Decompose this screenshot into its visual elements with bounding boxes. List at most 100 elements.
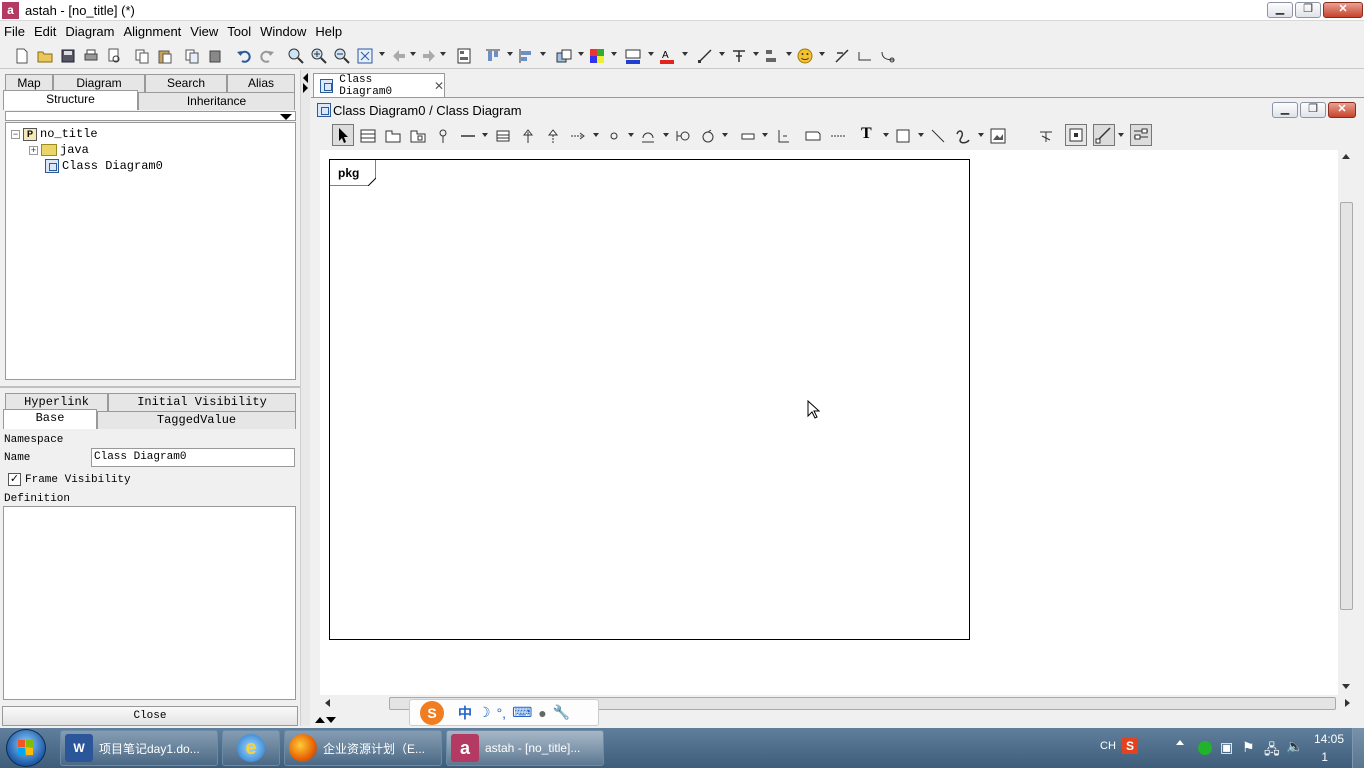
usage-tool-icon[interactable] [606, 128, 622, 144]
scroll-right-arrow-icon[interactable] [1345, 699, 1350, 707]
start-button[interactable] [6, 729, 46, 767]
note-tool-icon[interactable] [805, 128, 821, 144]
font-color-dropdown-arrow[interactable] [682, 52, 688, 56]
layer-icon[interactable] [556, 48, 572, 64]
paste-icon[interactable] [157, 48, 173, 64]
taskbar-item-astah[interactable]: a astah - [no_title]... [446, 730, 604, 766]
network-status-icon[interactable] [1198, 741, 1212, 755]
control-tool-icon[interactable] [700, 128, 716, 144]
action-center-icon[interactable]: ⚑ [1242, 739, 1255, 756]
distribute-dropdown-arrow[interactable] [786, 52, 792, 56]
layer-dropdown-arrow[interactable] [578, 52, 584, 56]
menu-tool[interactable]: Tool [223, 22, 256, 42]
tab-structure[interactable]: Structure [3, 90, 138, 110]
line-tool-icon[interactable] [930, 128, 946, 144]
tree-item-root[interactable]: − P no_title [11, 127, 98, 141]
taskbar-item-firefox[interactable]: 企业资源计划（E... [284, 730, 442, 766]
line-mode-dropdown-arrow[interactable] [1118, 133, 1124, 137]
color-dropdown-arrow[interactable] [611, 52, 617, 56]
sogou-logo-icon[interactable]: S [420, 700, 444, 725]
fit-window-icon[interactable] [357, 48, 373, 64]
anchor-tool-icon[interactable] [775, 128, 791, 144]
panel-down-arrow-icon[interactable] [326, 717, 336, 723]
diagram-maximize-button[interactable]: ❐ [1300, 102, 1326, 118]
taskbar-item-word[interactable]: W 项目笔记day1.do... [60, 730, 218, 766]
menu-file[interactable]: File [0, 22, 30, 42]
line-style-dropdown-arrow[interactable] [719, 52, 725, 56]
line-color-icon[interactable] [625, 48, 641, 64]
keyboard-icon[interactable]: ⌨ [512, 704, 532, 721]
association-dropdown-arrow[interactable] [482, 133, 488, 137]
control-dropdown-arrow[interactable] [722, 133, 728, 137]
class-tool-icon[interactable] [360, 128, 376, 144]
sogou-tray-icon[interactable]: S [1122, 738, 1138, 754]
diagram-minimize-button[interactable]: ▁ [1272, 102, 1298, 118]
zoom-in-icon[interactable] [311, 48, 327, 64]
connector-dropdown-arrow[interactable] [753, 52, 759, 56]
tab-inheritance[interactable]: Inheritance [138, 92, 295, 110]
text-tool-icon[interactable]: T [861, 125, 872, 143]
rectilinear-line-icon[interactable] [857, 48, 873, 64]
usb-device-icon[interactable]: ▣ [1220, 739, 1233, 756]
select-tool-button[interactable] [332, 124, 354, 146]
forward-icon[interactable] [421, 48, 437, 64]
smiley-dropdown-arrow[interactable] [819, 52, 825, 56]
align-dropdown-arrow[interactable] [507, 52, 513, 56]
clock-date[interactable]: 1 [1321, 750, 1328, 764]
definition-textarea[interactable] [3, 506, 296, 700]
generalization-tool-icon[interactable] [520, 128, 536, 144]
tree-item-class-diagram[interactable]: Class Diagram0 [42, 159, 163, 173]
vertical-scrollbar[interactable] [1338, 150, 1355, 695]
delete-icon[interactable] [207, 48, 223, 64]
scroll-left-arrow-icon[interactable] [325, 699, 330, 707]
collapse-icon[interactable]: − [11, 129, 20, 139]
association-class-tool-icon[interactable] [495, 128, 511, 144]
half-width-icon[interactable]: ☽ [478, 704, 491, 721]
font-color-icon[interactable]: A [659, 48, 675, 64]
ime-indicator[interactable]: CH [1100, 740, 1116, 752]
freeline-dropdown-arrow[interactable] [978, 133, 984, 137]
open-folder-icon[interactable] [37, 48, 53, 64]
minimize-button[interactable]: ▁ [1267, 2, 1293, 18]
snap-toggle-button[interactable] [1065, 124, 1087, 146]
zoom-icon[interactable] [288, 48, 304, 64]
dependency-dropdown-arrow[interactable] [593, 133, 599, 137]
menu-diagram[interactable]: Diagram [61, 22, 119, 42]
line-color-dropdown-arrow[interactable] [648, 52, 654, 56]
copy-image-icon[interactable] [184, 48, 200, 64]
entity-dropdown-arrow[interactable] [762, 133, 768, 137]
required-interface-dropdown-arrow[interactable] [663, 133, 669, 137]
save-icon[interactable] [60, 48, 76, 64]
entity-tool-icon[interactable] [740, 128, 756, 144]
copy-icon[interactable] [134, 48, 150, 64]
show-hidden-icons-arrow[interactable] [1176, 740, 1184, 745]
show-desktop-button[interactable] [1352, 728, 1364, 768]
fit-dropdown-arrow[interactable] [379, 52, 385, 56]
subsystem-tool-icon[interactable] [410, 128, 426, 144]
usage-dropdown-arrow[interactable] [628, 133, 634, 137]
collapse-left-arrow-icon[interactable] [303, 73, 308, 83]
tab-base[interactable]: Base [3, 409, 97, 429]
close-window-button[interactable]: ✕ [1323, 2, 1363, 18]
punctuation-icon[interactable]: °, [497, 705, 507, 721]
scroll-down-arrow-icon[interactable] [1342, 684, 1350, 689]
frame-visibility-checkbox[interactable]: ✓ [8, 473, 21, 486]
volume-icon[interactable]: 🔈 [1286, 738, 1303, 755]
line-jump-icon[interactable] [834, 48, 850, 64]
dependency-tool-icon[interactable] [570, 128, 586, 144]
expand-right-arrow-icon[interactable] [303, 83, 308, 93]
back-icon[interactable] [391, 48, 407, 64]
realization-tool-icon[interactable] [545, 128, 561, 144]
diagram-canvas[interactable]: pkg [320, 150, 1338, 695]
align-top-icon[interactable] [485, 48, 501, 64]
panel-divider[interactable] [300, 70, 310, 726]
distribute-icon[interactable] [764, 48, 780, 64]
forward-dropdown-arrow[interactable] [440, 52, 446, 56]
astah-app-icon[interactable]: a [2, 2, 19, 19]
clock-time[interactable]: 14:05 [1314, 732, 1344, 746]
close-tab-icon[interactable]: ✕ [434, 79, 444, 93]
rectangle-tool-icon[interactable] [895, 128, 911, 144]
tab-tagged-value[interactable]: TaggedValue [97, 411, 296, 429]
wrench-icon[interactable]: 🔧 [553, 704, 570, 721]
new-file-icon[interactable] [14, 48, 30, 64]
